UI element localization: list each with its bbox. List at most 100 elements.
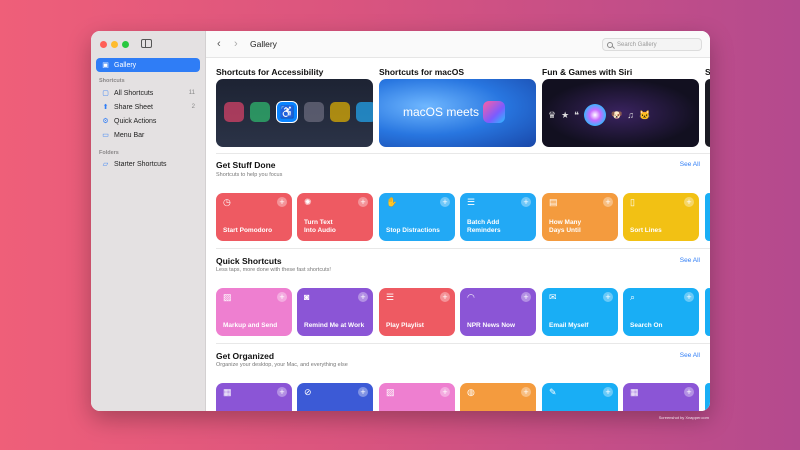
add-icon[interactable]: + bbox=[440, 197, 450, 207]
sidebar-item-label: Share Sheet bbox=[114, 103, 153, 111]
sidebar-item-count: 2 bbox=[191, 104, 195, 110]
shortcut-tile[interactable]: ◠ + NPR News Now bbox=[460, 288, 536, 336]
gear-icon: ⚙ bbox=[102, 118, 109, 125]
add-icon[interactable]: + bbox=[684, 292, 694, 302]
add-icon[interactable]: + bbox=[684, 197, 694, 207]
shortcut-tile[interactable]: ✋ + Stop Distractions bbox=[379, 193, 455, 241]
folder-icon: ▱ bbox=[102, 161, 109, 168]
sidebar-section-folders: Folders bbox=[99, 150, 119, 156]
dog-icon: 🐶 bbox=[611, 109, 623, 120]
shortcut-tile[interactable]: ⊘+Split Screen Safari bbox=[297, 383, 373, 411]
envelope-icon: ✉ bbox=[549, 292, 557, 302]
shortcut-tile[interactable]: ☰ + Play Playlist bbox=[379, 288, 455, 336]
shortcut-tile-label: Play Playlist bbox=[386, 322, 424, 329]
quote-icon: ❝ bbox=[574, 109, 579, 120]
sidebar-toggle-icon[interactable] bbox=[141, 39, 152, 48]
zoom-button[interactable] bbox=[122, 41, 129, 48]
add-icon[interactable]: + bbox=[358, 292, 368, 302]
shortcut-tile-label: Batch Add Reminders bbox=[467, 219, 501, 234]
section-subtitle-quick-shortcuts: Less taps, more done with these fast sho… bbox=[216, 267, 331, 273]
shortcut-tile[interactable]: ✉ + Email Myself bbox=[542, 288, 618, 336]
app-window: ▣ Gallery Shortcuts ▢ All Shortcuts 11 ⬆… bbox=[91, 31, 710, 411]
featured-card-partial[interactable] bbox=[705, 79, 710, 147]
shortcut-tile[interactable]: ▯ + Sort Lines bbox=[623, 193, 699, 241]
add-icon[interactable]: + bbox=[277, 387, 287, 397]
waveform-icon bbox=[356, 102, 373, 122]
shortcut-tile-partial[interactable] bbox=[705, 288, 710, 336]
pencil-icon: ✎ bbox=[549, 387, 557, 397]
see-all-link-quick-shortcuts[interactable]: See All bbox=[680, 257, 700, 264]
crown-icon: ♛ bbox=[548, 109, 557, 120]
minimize-button[interactable] bbox=[111, 41, 118, 48]
shortcut-tile-partial[interactable] bbox=[705, 383, 710, 411]
calendar-icon: ▤ bbox=[549, 197, 558, 207]
add-icon[interactable]: + bbox=[521, 387, 531, 397]
add-icon[interactable]: + bbox=[603, 387, 613, 397]
shortcut-tile[interactable]: ▨ + Markup and Send bbox=[216, 288, 292, 336]
see-all-link-get-stuff-done[interactable]: See All bbox=[680, 161, 700, 168]
all-shortcuts-icon: ▢ bbox=[102, 90, 109, 97]
shortcut-tile[interactable]: ◙ + Remind Me at Work bbox=[297, 288, 373, 336]
add-icon[interactable]: + bbox=[277, 292, 287, 302]
shortcuts-app-icon bbox=[483, 101, 505, 123]
section-subtitle-get-stuff-done: Shortcuts to help you focus bbox=[216, 172, 283, 178]
see-all-link-get-organized[interactable]: See All bbox=[680, 352, 700, 359]
shortcut-tile[interactable]: ▤ + How Many Days Until bbox=[542, 193, 618, 241]
sidebar-item-starter-shortcuts[interactable]: ▱ Starter Shortcuts bbox=[96, 157, 200, 171]
sidebar-item-count: 11 bbox=[188, 90, 195, 96]
shortcut-tile[interactable]: ▦ + bbox=[216, 383, 292, 411]
sidebar: ▣ Gallery Shortcuts ▢ All Shortcuts 11 ⬆… bbox=[91, 31, 206, 411]
add-icon[interactable]: + bbox=[521, 292, 531, 302]
sidebar-item-all-shortcuts[interactable]: ▢ All Shortcuts 11 bbox=[96, 86, 200, 100]
featured-title-accessibility: Shortcuts for Accessibility bbox=[216, 67, 324, 77]
shortcut-tile-label: Markup and Send bbox=[223, 322, 278, 329]
chevron-right-icon[interactable]: › bbox=[234, 38, 238, 50]
add-icon[interactable]: + bbox=[440, 387, 450, 397]
shortcut-tile[interactable]: ▨+Split Screen Photos bbox=[379, 383, 455, 411]
add-icon[interactable]: + bbox=[440, 292, 450, 302]
people-icon bbox=[304, 102, 324, 122]
add-icon[interactable]: + bbox=[684, 387, 694, 397]
add-icon[interactable]: + bbox=[521, 197, 531, 207]
search-placeholder: Search Gallery bbox=[617, 41, 657, 48]
sidebar-item-menu-bar[interactable]: ▭ Menu Bar bbox=[96, 128, 200, 142]
list-icon: ☰ bbox=[386, 292, 395, 302]
shortcut-tile-label: Remind Me at Work bbox=[304, 322, 365, 329]
section-title-quick-shortcuts: Quick Shortcuts bbox=[216, 256, 282, 266]
shortcut-tile[interactable]: ◍+Split Screen Safari bbox=[460, 383, 536, 411]
shortcut-tile[interactable]: ✺ + Turn Text Into Audio bbox=[297, 193, 373, 241]
list-icon: ☰ bbox=[467, 197, 476, 207]
featured-card-accessibility[interactable]: ♿ bbox=[216, 79, 373, 147]
search-input[interactable]: Search Gallery bbox=[602, 38, 702, 51]
macos-card-text: macOS meets bbox=[403, 105, 480, 119]
shortcut-tile[interactable]: ✎ + bbox=[542, 383, 618, 411]
shortcut-tile[interactable]: ⌕ + Search On bbox=[623, 288, 699, 336]
add-icon[interactable]: + bbox=[603, 197, 613, 207]
add-icon[interactable]: + bbox=[358, 197, 368, 207]
sidebar-item-label: All Shortcuts bbox=[114, 89, 154, 97]
shortcut-tile[interactable]: ☰ + Batch Add Reminders bbox=[460, 193, 536, 241]
add-icon[interactable]: + bbox=[603, 292, 613, 302]
globe-icon: ◍ bbox=[467, 387, 475, 397]
shortcut-tile[interactable]: ▦ + bbox=[623, 383, 699, 411]
sidebar-item-share-sheet[interactable]: ⬆ Share Sheet 2 bbox=[96, 100, 200, 114]
sidebar-item-label: Starter Shortcuts bbox=[114, 160, 167, 168]
shortcut-tile-partial[interactable] bbox=[705, 193, 710, 241]
shortcut-tile[interactable]: ◷ + Start Pomodoro bbox=[216, 193, 292, 241]
music-icon: ♫ bbox=[627, 110, 634, 120]
section-subtitle-get-organized: Organize your desktop, your Mac, and eve… bbox=[216, 362, 348, 368]
sidebar-item-gallery[interactable]: ▣ Gallery bbox=[96, 58, 200, 72]
accessibility-icon-row: ♿ bbox=[224, 101, 373, 123]
list-icon bbox=[330, 102, 350, 122]
menu-bar-icon: ▭ bbox=[102, 132, 109, 139]
close-button[interactable] bbox=[100, 41, 107, 48]
featured-card-macos[interactable]: macOS meets bbox=[379, 79, 536, 147]
star-icon: ★ bbox=[561, 109, 570, 120]
sidebar-item-quick-actions[interactable]: ⚙ Quick Actions bbox=[96, 114, 200, 128]
cat-icon: 🐱 bbox=[638, 109, 651, 120]
add-icon[interactable]: + bbox=[277, 197, 287, 207]
add-icon[interactable]: + bbox=[358, 387, 368, 397]
timer-icon: ◷ bbox=[223, 197, 231, 207]
featured-card-fun[interactable]: ♛ ★ ❝ 🐶 ♫ 🐱 bbox=[542, 79, 699, 147]
chevron-left-icon[interactable]: ‹ bbox=[217, 38, 221, 50]
